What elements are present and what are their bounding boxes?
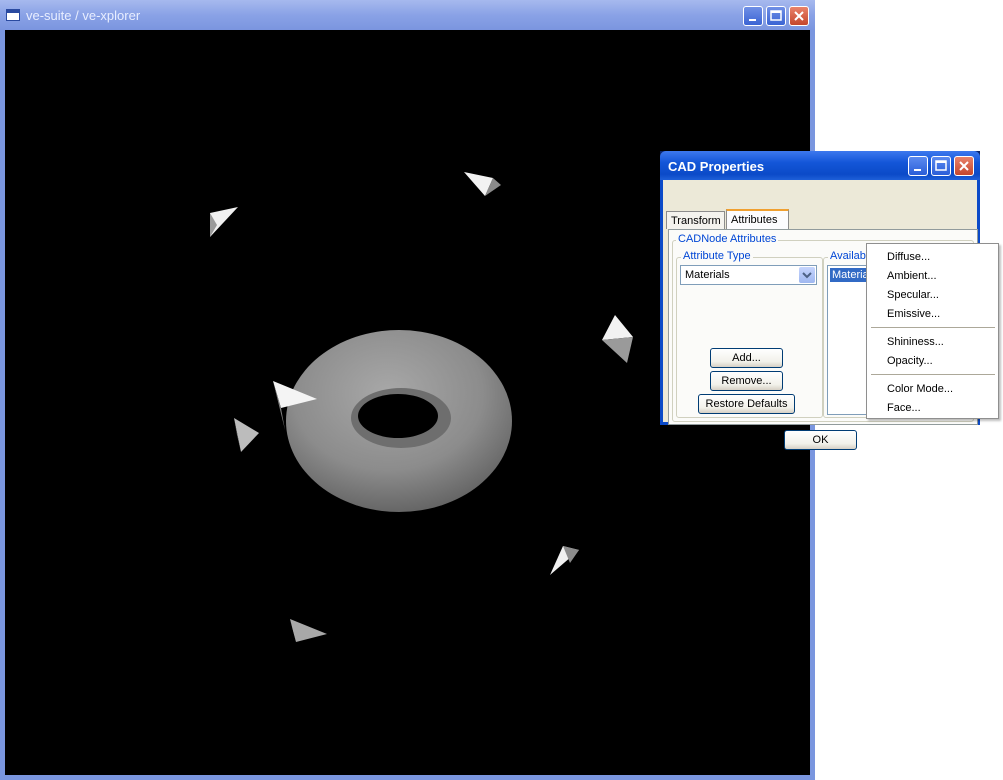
menu-item-color-mode[interactable]: Color Mode... xyxy=(887,383,953,395)
menu-item-specular[interactable]: Specular... xyxy=(887,289,939,301)
close-button[interactable] xyxy=(789,6,809,26)
cadnode-attributes-label: CADNode Attributes xyxy=(676,233,779,245)
dropdown-button[interactable] xyxy=(799,267,815,283)
tab-attributes[interactable]: Attributes xyxy=(726,209,789,230)
add-button[interactable]: Add... xyxy=(710,348,783,368)
attribute-type-value: Materials xyxy=(685,269,730,281)
menu-separator xyxy=(871,374,995,375)
close-icon xyxy=(959,161,969,171)
tab-transform[interactable]: Transform xyxy=(666,211,725,229)
menu-item-opacity[interactable]: Opacity... xyxy=(887,355,933,367)
restore-defaults-button[interactable]: Restore Defaults xyxy=(698,394,795,414)
menu-item-shininess[interactable]: Shininess... xyxy=(887,336,944,348)
close-icon xyxy=(794,11,804,21)
ok-button[interactable]: OK xyxy=(784,430,857,450)
maximize-button[interactable] xyxy=(766,6,786,26)
minimize-icon xyxy=(749,19,756,21)
material-context-menu: Diffuse... Ambient... Specular... Emissi… xyxy=(866,243,999,419)
menu-item-diffuse[interactable]: Diffuse... xyxy=(887,251,930,263)
minimize-icon xyxy=(914,169,921,171)
main-title-bar[interactable]: ve-suite / ve-xplorer xyxy=(0,0,815,30)
torus-model[interactable] xyxy=(286,330,512,512)
attribute-type-label: Attribute Type xyxy=(681,250,753,262)
cad-dialog-title-bar[interactable]: CAD Properties xyxy=(660,151,980,180)
menu-item-ambient[interactable]: Ambient... xyxy=(887,270,937,282)
main-window-title: ve-suite / ve-xplorer xyxy=(26,8,141,23)
remove-button[interactable]: Remove... xyxy=(710,371,783,391)
app-icon xyxy=(6,9,20,21)
cad-close-button[interactable] xyxy=(954,156,974,176)
chevron-down-icon xyxy=(802,272,812,279)
menu-item-face[interactable]: Face... xyxy=(887,402,921,414)
maximize-icon xyxy=(770,10,782,21)
cad-minimize-button[interactable] xyxy=(908,156,928,176)
menu-item-emissive[interactable]: Emissive... xyxy=(887,308,940,320)
menu-separator xyxy=(871,327,995,328)
maximize-icon xyxy=(935,160,947,171)
minimize-button[interactable] xyxy=(743,6,763,26)
cad-maximize-button[interactable] xyxy=(931,156,951,176)
attribute-type-select[interactable]: Materials xyxy=(680,265,817,285)
cad-dialog-title: CAD Properties xyxy=(668,159,765,174)
